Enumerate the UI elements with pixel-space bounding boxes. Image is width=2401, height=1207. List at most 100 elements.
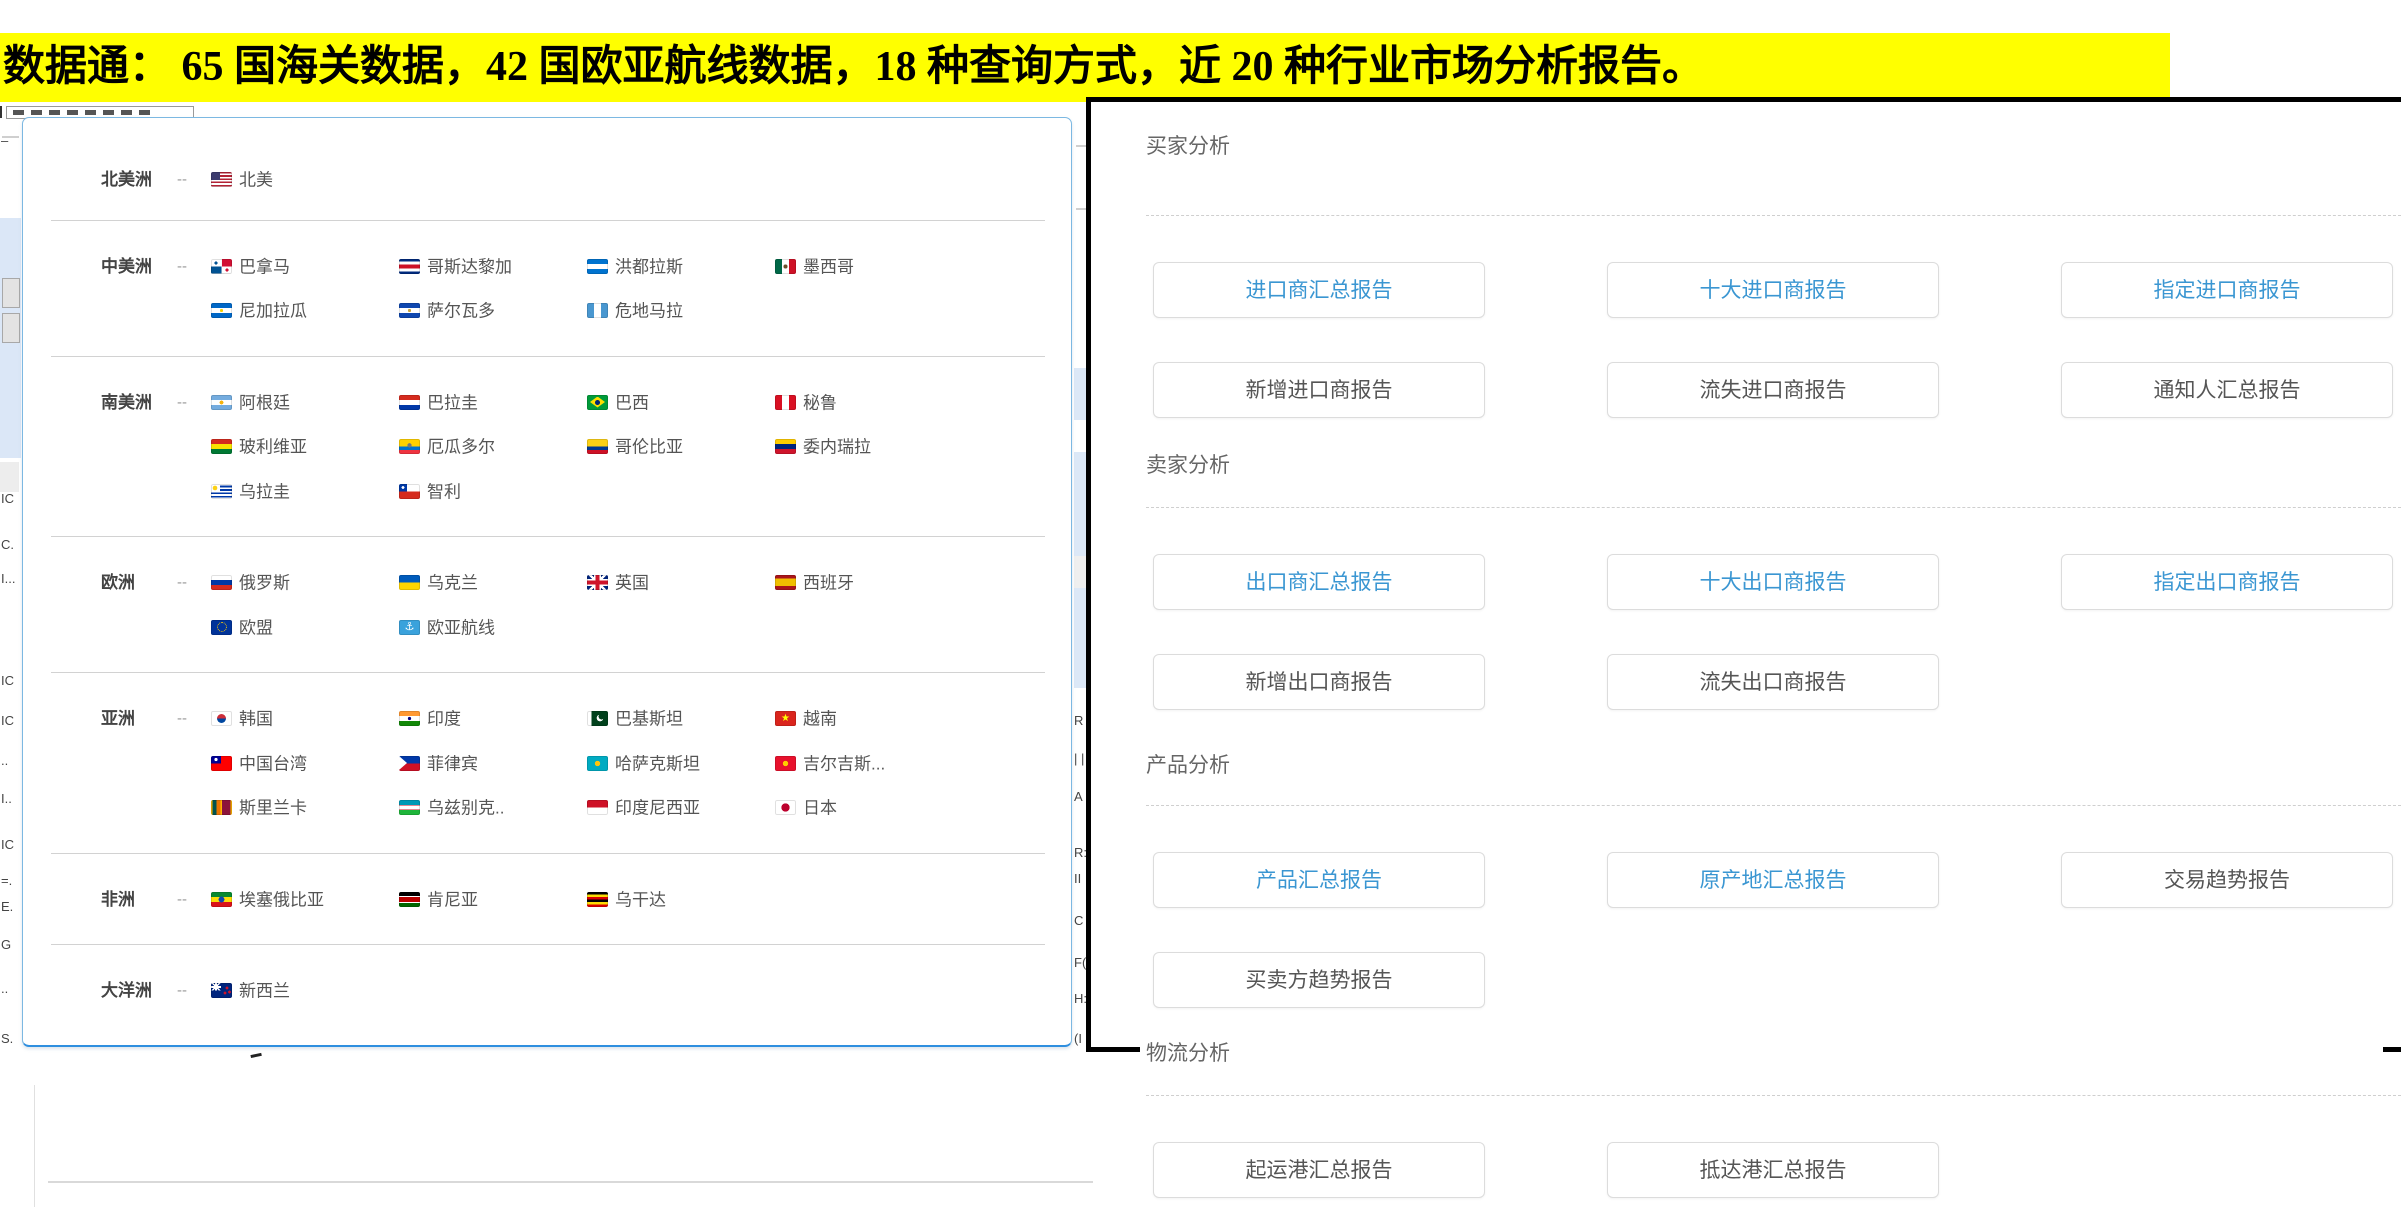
- report-section-buyer-analysis: 买家分析 进口商汇总报告 十大进口商报告 指定进口商报告 新增进口商报告: [1146, 133, 2401, 418]
- country-item[interactable]: 斯里兰卡: [211, 786, 399, 831]
- report-button[interactable]: 十大进口商报告: [1607, 262, 1939, 318]
- country-flag-icon: [399, 395, 420, 410]
- country-item[interactable]: 中国台湾: [211, 742, 399, 787]
- country-item[interactable]: 巴拉圭: [399, 381, 587, 426]
- country-item[interactable]: 智利: [399, 470, 587, 515]
- country-label: 中国台湾: [239, 754, 307, 773]
- report-button[interactable]: 通知人汇总报告: [2061, 362, 2393, 418]
- report-button[interactable]: 新增出口商报告: [1153, 654, 1485, 710]
- report-button[interactable]: 起运港汇总报告: [1153, 1142, 1485, 1198]
- page-text-fragment: IC: [1, 838, 21, 852]
- country-item[interactable]: 玻利维亚: [211, 425, 399, 470]
- country-flag-icon: [587, 395, 608, 410]
- country-item[interactable]: 西班牙: [775, 561, 963, 606]
- report-button[interactable]: 买卖方趋势报告: [1153, 952, 1485, 1008]
- country-item[interactable]: 乌克兰: [399, 561, 587, 606]
- country-item[interactable]: 哈萨克斯坦: [587, 742, 775, 787]
- country-item[interactable]: 乌拉圭: [211, 470, 399, 515]
- section-title: 物流分析: [1146, 1040, 2401, 1068]
- country-item[interactable]: 秘鲁: [775, 381, 963, 426]
- report-button-grid: 进口商汇总报告 十大进口商报告 指定进口商报告 新增进口商报告 流失进口商报告: [1153, 262, 2401, 418]
- country-flag-icon: [211, 892, 232, 907]
- report-button-grid: 出口商汇总报告 十大出口商报告 指定出口商报告 新增出口商报告 流失出口商报告: [1153, 554, 2401, 710]
- report-button[interactable]: 出口商汇总报告: [1153, 554, 1485, 610]
- report-button[interactable]: 产品汇总报告: [1153, 852, 1485, 908]
- report-button[interactable]: 原产地汇总报告: [1607, 852, 1939, 908]
- country-item[interactable]: 委内瑞拉: [775, 425, 963, 470]
- report-button[interactable]: 抵达港汇总报告: [1607, 1142, 1939, 1198]
- country-item[interactable]: 英国: [587, 561, 775, 606]
- page-text-fragment: C.: [1, 538, 21, 552]
- country-item[interactable]: 吉尔吉斯...: [775, 742, 963, 787]
- report-button[interactable]: 十大出口商报告: [1607, 554, 1939, 610]
- country-item[interactable]: 印度尼西亚: [587, 786, 775, 831]
- dotted-divider: [1146, 805, 2401, 806]
- country-item[interactable]: 北美: [211, 158, 399, 203]
- country-item[interactable]: 巴拿马: [211, 245, 399, 290]
- country-item[interactable]: 新西兰: [211, 969, 399, 1014]
- report-button[interactable]: 进口商汇总报告: [1153, 262, 1485, 318]
- country-item[interactable]: 欧盟: [211, 606, 399, 651]
- country-item[interactable]: 乌兹别克..: [399, 786, 587, 831]
- country-item[interactable]: 俄罗斯: [211, 561, 399, 606]
- continent-dashes: --: [177, 878, 211, 923]
- promo-banner: 数据通： 65 国海关数据，42 国欧亚航线数据，18 种查询方式，近 20 种…: [0, 33, 2170, 102]
- report-button[interactable]: 流失进口商报告: [1607, 362, 1939, 418]
- report-button-label: 十大进口商报告: [1700, 279, 1847, 302]
- report-section-logistics-analysis: 物流分析 起运港汇总报告 抵达港汇总报告: [1146, 1040, 2401, 1198]
- country-flag-icon: [399, 892, 420, 907]
- report-button[interactable]: 流失出口商报告: [1607, 654, 1939, 710]
- continent-name: 中美洲: [101, 245, 177, 334]
- continent-name: 非洲: [101, 878, 177, 923]
- country-item[interactable]: 日本: [775, 786, 963, 831]
- annotation-border-left: [1086, 97, 1091, 1052]
- country-item[interactable]: 韩国: [211, 697, 399, 742]
- page-text-fragment: G: [1, 938, 21, 952]
- continent-dashes: --: [177, 561, 211, 650]
- page-text-fragment: S.: [1, 1032, 21, 1046]
- continent-dashes: --: [177, 158, 211, 203]
- bg-gray-block: [0, 462, 19, 492]
- country-item[interactable]: 哥伦比亚: [587, 425, 775, 470]
- country-label: 新西兰: [239, 982, 290, 1001]
- report-button-label: 流失出口商报告: [1700, 671, 1847, 694]
- continent-name: 欧洲: [101, 561, 177, 650]
- country-flag-icon: [587, 303, 608, 318]
- country-item[interactable]: 萨尔瓦多: [399, 289, 587, 334]
- country-item[interactable]: 印度: [399, 697, 587, 742]
- country-flag-icon: [399, 756, 420, 771]
- country-flag-icon: [399, 259, 420, 274]
- country-item[interactable]: 尼加拉瓜: [211, 289, 399, 334]
- country-item[interactable]: 埃塞俄比亚: [211, 878, 399, 923]
- country-flag-icon: [399, 575, 420, 590]
- country-item[interactable]: 哥斯达黎加: [399, 245, 587, 290]
- report-button[interactable]: 指定进口商报告: [2061, 262, 2393, 318]
- report-button-label: 起运港汇总报告: [1246, 1159, 1393, 1182]
- country-flag-icon: [587, 711, 608, 726]
- country-region-dropdown: 北美洲 -- 北美 中美洲 -- 巴拿马 哥斯达黎加: [22, 117, 1072, 1047]
- report-button[interactable]: 新增进口商报告: [1153, 362, 1485, 418]
- annotation-border-bottom-left: [1086, 1047, 1140, 1052]
- country-item[interactable]: 厄瓜多尔: [399, 425, 587, 470]
- country-item[interactable]: 阿根廷: [211, 381, 399, 426]
- country-label: 菲律宾: [427, 754, 478, 773]
- country-item[interactable]: 巴西: [587, 381, 775, 426]
- country-item[interactable]: 墨西哥: [775, 245, 963, 290]
- country-item[interactable]: 越南: [775, 697, 963, 742]
- country-label: 智利: [427, 482, 461, 501]
- country-item[interactable]: 巴基斯坦: [587, 697, 775, 742]
- report-button[interactable]: 交易趋势报告: [2061, 852, 2393, 908]
- page-text-fragment: IC: [1, 714, 21, 728]
- country-item[interactable]: 危地马拉: [587, 289, 775, 334]
- country-item[interactable]: 欧亚航线: [399, 606, 587, 651]
- country-item[interactable]: 洪都拉斯: [587, 245, 775, 290]
- country-item[interactable]: 乌干达: [587, 878, 775, 923]
- bg-horizontal-line: [48, 1181, 1135, 1183]
- country-flag-icon: [399, 484, 420, 499]
- report-button[interactable]: 指定出口商报告: [2061, 554, 2393, 610]
- country-label: 巴拉圭: [427, 393, 478, 412]
- country-flag-icon: [211, 800, 232, 815]
- country-item[interactable]: 菲律宾: [399, 742, 587, 787]
- country-item[interactable]: 肯尼亚: [399, 878, 587, 923]
- report-button-label: 指定进口商报告: [2154, 279, 2301, 302]
